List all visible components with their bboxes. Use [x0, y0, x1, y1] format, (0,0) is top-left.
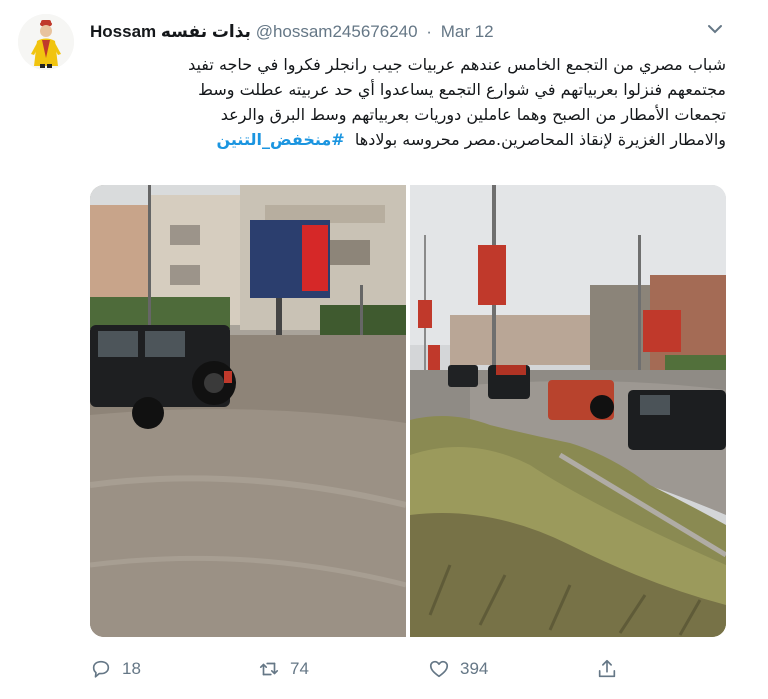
heart-icon: [429, 660, 449, 678]
tweet-text-line: تجمعات الأمطار من الصبح وهما عاملين دوري…: [220, 105, 726, 124]
media-grid: [90, 185, 726, 637]
like-button[interactable]: 394: [428, 654, 488, 684]
chevron-down-icon[interactable]: [706, 20, 724, 38]
retweet-icon: [259, 662, 279, 676]
tweet-actions: 18 74 394: [90, 654, 650, 684]
tweet-text-line: شباب مصري من التجمع الخامس عندهم عربيات …: [188, 55, 726, 74]
user-handle[interactable]: @hossam245676240: [256, 22, 418, 41]
retweet-count: 74: [290, 659, 309, 678]
tweet-text-line-last: والامطار الغزيرة لإنقاذ المحاصرين.مصر مح…: [90, 127, 727, 152]
tweet-text-line: مجتمعهم فنزلوا بعربياتهم في شوارع التجمع…: [198, 80, 726, 99]
tweet-text-tail: والامطار الغزيرة لإنقاذ المحاصرين.مصر مح…: [354, 130, 726, 149]
tweet-header: Hossam بذات نفسه @hossam245676240 · Mar …: [90, 20, 728, 44]
avatar-image: [18, 14, 74, 70]
reply-count: 18: [122, 659, 141, 678]
share-button[interactable]: [596, 654, 628, 684]
like-count: 394: [460, 659, 489, 678]
display-name[interactable]: Hossam بذات نفسه: [90, 22, 251, 41]
reply-button[interactable]: 18: [90, 654, 141, 684]
media-photo-2[interactable]: [410, 185, 726, 637]
hashtag-link[interactable]: #منخفض_التنين: [217, 130, 345, 149]
meta-separator: ·: [426, 22, 432, 41]
media-photo-1[interactable]: [90, 185, 406, 637]
tweet-date[interactable]: Mar 12: [441, 22, 494, 41]
reply-icon: [92, 660, 110, 678]
tweet-text: شباب مصري من التجمع الخامس عندهم عربيات …: [90, 52, 726, 152]
avatar[interactable]: [18, 14, 74, 70]
share-icon: [598, 659, 616, 678]
retweet-button[interactable]: 74: [258, 654, 309, 684]
tweet[interactable]: Hossam بذات نفسه @hossam245676240 · Mar …: [0, 0, 768, 699]
